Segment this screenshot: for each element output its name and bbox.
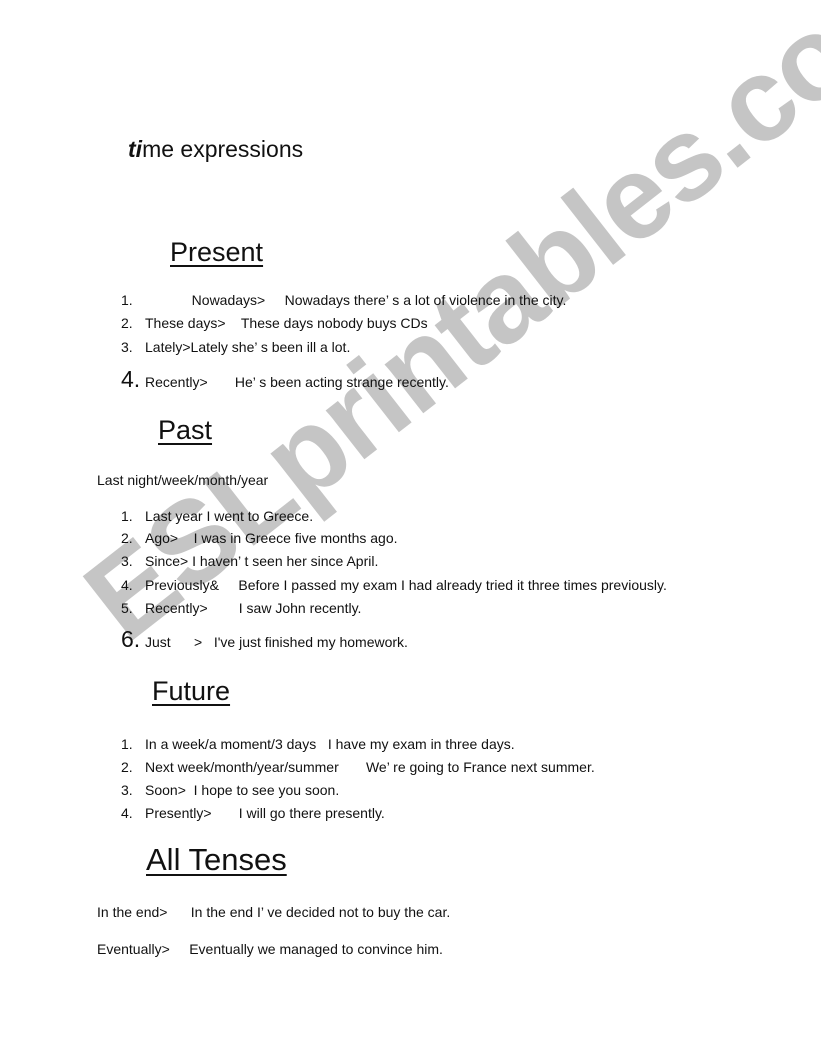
heading-future: Future	[152, 676, 231, 706]
list-item: 5. Recently> I saw John recently.	[121, 600, 362, 616]
list-item: 3. Since> I haven’ t seen her since April…	[121, 553, 379, 569]
list-item: 2. Ago> I was in Greece five months ago.	[121, 530, 398, 546]
title-bold: ti	[128, 136, 143, 162]
list-item: In the end> In the end I’ ve decided not…	[97, 904, 451, 920]
list-item: 1. In a week/a moment/3 days I have my ex…	[121, 736, 515, 752]
list-item: 3. Soon> I hope to see you soon.	[121, 782, 340, 798]
heading-all-tenses: All Tenses	[146, 842, 287, 877]
list-item: 1. Nowadays> Nowadays there’ s a lot of …	[121, 292, 567, 308]
list-item: 2. Next week/month/year/summer We’ re goi…	[121, 759, 595, 775]
list-item: 4. Previously& Before I passed my exam I …	[121, 577, 667, 593]
document-title: time expressions	[128, 136, 303, 163]
heading-present: Present	[170, 237, 264, 267]
past-intro: Last night/week/month/year	[97, 472, 269, 488]
list-item: 4. Presently> I will go there presently.	[121, 805, 385, 821]
list-item: 1. Last year I went to Greece.	[121, 508, 314, 524]
heading-past: Past	[158, 415, 213, 445]
list-item: 4. Recently> He’ s been acting strange re…	[121, 366, 449, 392]
title-rest: me expressions	[142, 136, 304, 162]
list-item: 2. These days> These days nobody buys CDs	[121, 315, 428, 331]
list-item: 6. Just > I've just finished my homework.	[121, 626, 408, 652]
list-item: 3. Lately>Lately she’ s been ill a lot.	[121, 339, 351, 355]
list-item: Eventually> Eventually we managed to con…	[97, 941, 443, 957]
